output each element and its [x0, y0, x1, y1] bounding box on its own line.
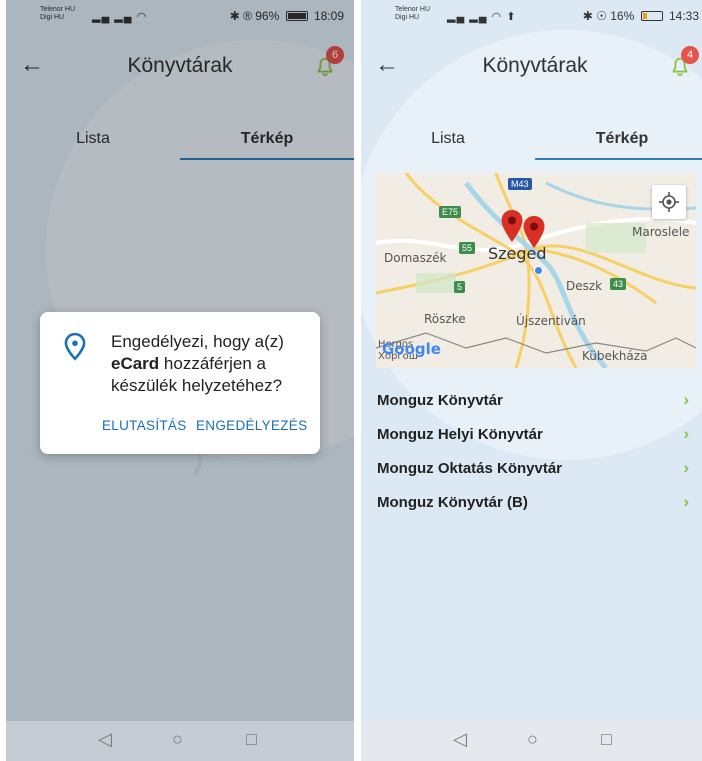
tab-bar: Lista Térkép [361, 116, 702, 160]
chevron-right-icon: › [683, 492, 689, 511]
tab-map[interactable]: Térkép [535, 116, 702, 160]
status-icons: ✱ ☉ 16% [582, 9, 635, 23]
current-location-dot [534, 266, 543, 275]
status-time: 14:33 [668, 9, 699, 23]
map-label-domaszek: Domaszék [384, 251, 447, 265]
phone-screen-map-tab: Telenor HU Digi HU ▂▄ ▂▄ ◠ ⬆ ✱ ☉ 16% 14:… [361, 0, 702, 761]
nav-back-icon[interactable]: ◁ [98, 729, 112, 750]
map-view[interactable]: M43 E75 55 5 43 Szeged Domaszék Maroslel… [376, 173, 696, 368]
notifications-button[interactable]: 4 [665, 46, 701, 82]
system-nav-bar: ◁ ○ □ [6, 721, 354, 761]
chevron-right-icon: › [683, 424, 689, 443]
road-shield-43: 43 [610, 278, 627, 290]
active-tab-indicator [535, 158, 702, 160]
nav-recents-icon[interactable]: □ [246, 729, 257, 750]
dialog-message-part1: Engedélyezi, hogy a(z) [111, 332, 284, 351]
google-logo: Google [382, 340, 441, 358]
tab-list[interactable]: Lista [361, 116, 535, 160]
nav-home-icon[interactable]: ○ [527, 729, 538, 750]
library-list-item[interactable]: Monguz Helyi Könyvtár › [361, 418, 702, 452]
nav-back-icon[interactable]: ◁ [453, 729, 467, 750]
chevron-right-icon: › [683, 390, 689, 409]
dialog-app-name: eCard [111, 354, 160, 373]
nav-recents-icon[interactable]: □ [601, 729, 612, 750]
app-bar: ← Könyvtárak 4 [361, 44, 702, 88]
dialog-message: Engedélyezi, hogy a(z) eCard hozzáférjen… [111, 331, 311, 397]
carrier-name-1: Telenor HU [395, 6, 431, 13]
nav-home-icon[interactable]: ○ [172, 729, 183, 750]
location-pin-icon [64, 332, 86, 361]
status-bar: Telenor HU Digi HU ▂▄ ▂▄ ◠ ⬆ ✱ ☉ 16% 14:… [361, 0, 702, 32]
map-label-ujszentivan: Újszentiván [516, 314, 586, 328]
road-shield-e75: E75 [439, 206, 462, 218]
library-list-item[interactable]: Monguz Könyvtár › [361, 384, 702, 418]
notification-badge: 4 [681, 46, 699, 64]
status-right: ✱ ☉ 16% 14:33 [583, 9, 699, 23]
system-nav-bar: ◁ ○ □ [361, 721, 702, 761]
map-label-roszke: Röszke [424, 312, 466, 326]
map-label-maroslele: Maroslele [632, 225, 690, 239]
library-name: Monguz Könyvtár [377, 392, 503, 409]
library-list: Monguz Könyvtár › Monguz Helyi Könyvtár … [361, 384, 702, 520]
deny-button[interactable]: ELUTASÍTÁS [102, 418, 187, 433]
location-permission-dialog: Engedélyezi, hogy a(z) eCard hozzáférjen… [40, 312, 320, 454]
map-label-deszk: Deszk [566, 279, 603, 293]
allow-button[interactable]: ENGEDÉLYEZÉS [196, 418, 307, 433]
library-marker-icon[interactable] [522, 215, 546, 249]
phone-screen-permission-dialog: Telenor HU Digi HU ▂▄ ▂▄ ◠ ✱ ® 96% 18:09… [6, 0, 354, 761]
road-shield-5: 5 [454, 281, 466, 293]
library-list-item[interactable]: Monguz Könyvtár (B) › [361, 486, 702, 520]
library-list-item[interactable]: Monguz Oktatás Könyvtár › [361, 452, 702, 486]
carrier-name-2: Digi HU [395, 14, 420, 21]
chevron-right-icon: › [683, 458, 689, 477]
signal-icon: ▂▄ ▂▄ ◠ ⬆ [447, 11, 517, 23]
page-title: Könyvtárak [482, 54, 588, 77]
my-location-button[interactable] [652, 185, 686, 219]
carrier-info: Telenor HU Digi HU [395, 6, 430, 22]
road-shield-55: 55 [459, 242, 476, 254]
battery-icon [640, 11, 663, 21]
crosshair-icon [659, 192, 679, 212]
library-name: Monguz Oktatás Könyvtár [377, 460, 563, 477]
road-shield-m43: M43 [508, 178, 532, 190]
library-name: Monguz Helyi Könyvtár [377, 426, 543, 443]
map-label-kubekhaza: Kübekháza [582, 349, 648, 363]
library-marker-icon[interactable] [500, 209, 524, 243]
library-name: Monguz Könyvtár (B) [377, 494, 528, 511]
